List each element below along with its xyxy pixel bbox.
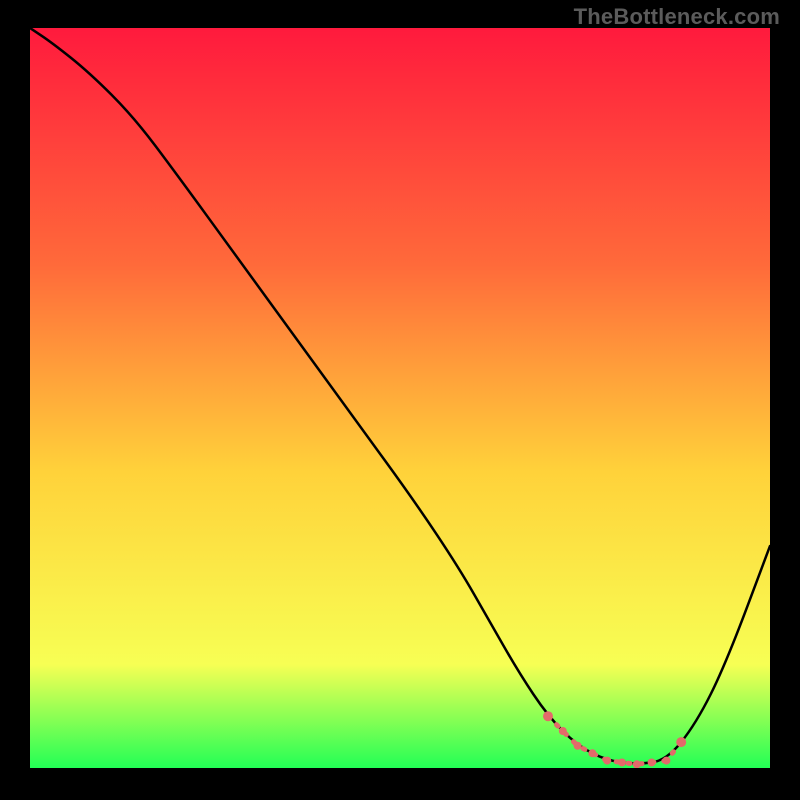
plot-area: [30, 28, 770, 768]
optimal-marker: [662, 757, 670, 765]
optimal-marker: [676, 737, 686, 747]
gradient-bg: [30, 28, 770, 768]
optimal-marker: [603, 757, 611, 765]
optimal-marker: [588, 749, 596, 757]
watermark-text: TheBottleneck.com: [574, 4, 780, 30]
optimal-marker: [543, 711, 553, 721]
optimal-marker: [633, 760, 641, 768]
optimal-marker: [559, 727, 567, 735]
optimal-marker: [648, 758, 656, 766]
optimal-marker: [574, 742, 582, 750]
chart-svg: [30, 28, 770, 768]
chart-frame: TheBottleneck.com: [0, 0, 800, 800]
optimal-marker: [618, 758, 626, 766]
